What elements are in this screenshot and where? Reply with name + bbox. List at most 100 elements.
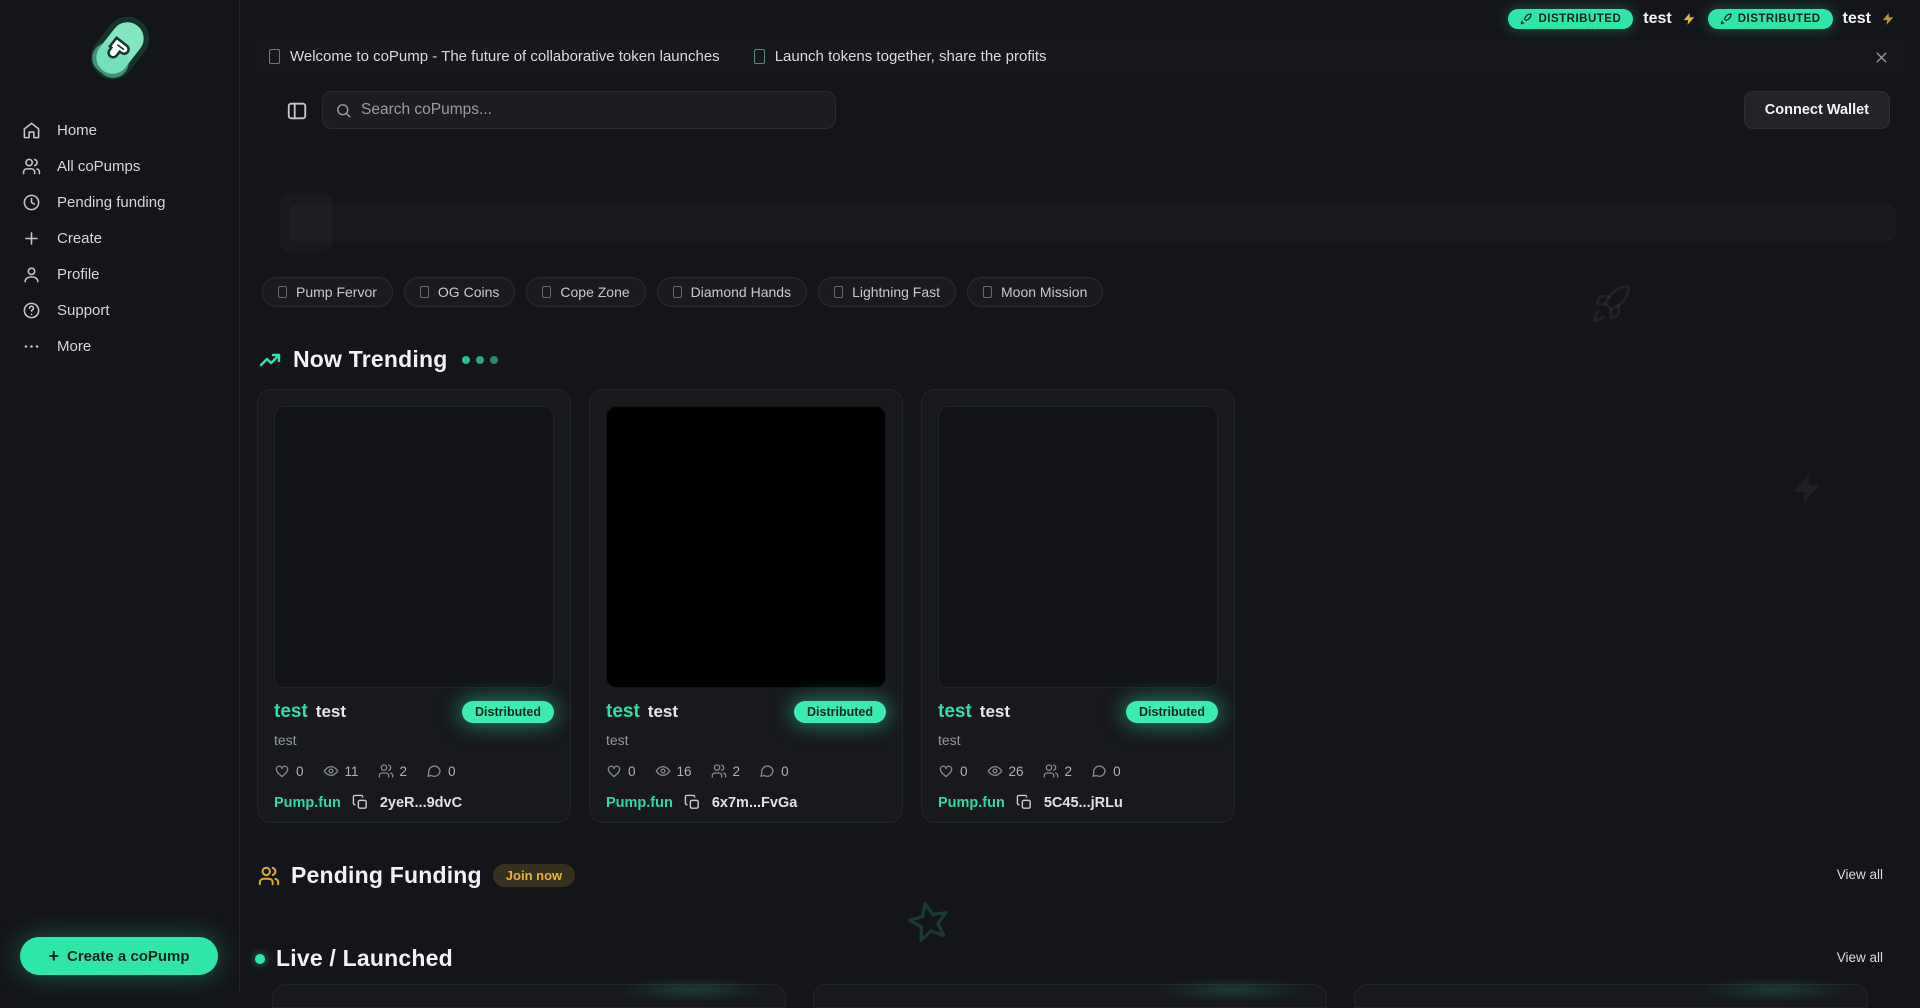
tag-chip[interactable]: Pump Fervor <box>262 277 393 307</box>
close-icon[interactable] <box>1872 48 1890 66</box>
likes-count: 0 <box>296 764 304 779</box>
user-icon <box>22 265 41 284</box>
sidebar-nav: Home All coPumps Pending funding Create … <box>0 112 240 364</box>
distributed-badge-label: DISTRIBUTED <box>1538 13 1621 25</box>
views-count: 26 <box>1009 764 1024 779</box>
live-dot-icon <box>255 954 265 964</box>
token-address: 5C45...jRLu <box>1044 795 1123 811</box>
token-image <box>938 406 1218 688</box>
token-card[interactable]: test test Distributed test 0 26 2 0 Pump… <box>921 389 1235 823</box>
comments-count: 0 <box>781 764 789 779</box>
distributed-notification: DISTRIBUTED test <box>1708 9 1895 29</box>
connect-wallet-button[interactable]: Connect Wallet <box>1744 91 1890 129</box>
sidebar-item-all-copumps[interactable]: All coPumps <box>0 148 240 184</box>
plus-icon <box>22 229 41 248</box>
status-badge: Distributed <box>462 701 554 723</box>
comments-icon <box>1091 763 1107 779</box>
tag-emoji-icon <box>542 286 551 298</box>
likes-count: 0 <box>960 764 968 779</box>
rocket-icon <box>1520 13 1532 25</box>
search-input[interactable] <box>361 101 823 119</box>
copy-icon[interactable] <box>1016 794 1033 811</box>
home-icon <box>22 121 41 140</box>
sidebar-item-label: Home <box>57 122 97 139</box>
plus-icon: + <box>48 947 59 965</box>
hero-placeholder <box>289 205 1896 241</box>
tag-chip[interactable]: Lightning Fast <box>818 277 956 307</box>
clock-icon <box>22 193 41 212</box>
tag-emoji-icon <box>278 286 287 298</box>
sidebar-item-pending-funding[interactable]: Pending funding <box>0 184 240 220</box>
tag-chip-label: Lightning Fast <box>852 284 940 300</box>
tag-emoji-icon <box>420 286 429 298</box>
tag-chip[interactable]: OG Coins <box>404 277 515 307</box>
live-view-all-link[interactable]: View all <box>1837 950 1883 965</box>
sidebar-item-profile[interactable]: Profile <box>0 256 240 292</box>
tag-chip[interactable]: Cope Zone <box>526 277 645 307</box>
tag-chip-label: Cope Zone <box>560 284 629 300</box>
token-name: test <box>316 702 346 722</box>
tag-chip[interactable]: Diamond Hands <box>657 277 807 307</box>
badge-username: test <box>1843 10 1871 28</box>
copy-icon[interactable] <box>684 794 701 811</box>
token-address: 6x7m...FvGa <box>712 795 797 811</box>
comments-count: 0 <box>448 764 456 779</box>
sidebar-item-label: Create <box>57 230 102 247</box>
banner-message: Welcome to coPump - The future of collab… <box>290 48 720 65</box>
token-description: test <box>606 732 886 748</box>
create-copump-label: Create a coPump <box>67 948 190 965</box>
token-image <box>274 406 554 688</box>
search-icon <box>335 102 352 119</box>
members-icon <box>1043 763 1059 779</box>
token-address: 2yeR...9dvC <box>380 795 462 811</box>
sidebar-item-home[interactable]: Home <box>0 112 240 148</box>
token-name: test <box>648 702 678 722</box>
token-description: test <box>938 732 1218 748</box>
distributed-badge: DISTRIBUTED <box>1508 9 1633 29</box>
sidebar-toggle-button[interactable] <box>286 100 308 122</box>
help-circle-icon <box>22 301 41 320</box>
tag-emoji-icon <box>673 286 682 298</box>
token-ticker: test <box>938 701 972 723</box>
views-count: 16 <box>677 764 692 779</box>
members-count: 2 <box>733 764 741 779</box>
token-card[interactable] <box>813 984 1327 1008</box>
section-title: Pending Funding <box>291 862 482 889</box>
token-card[interactable] <box>1354 984 1868 1008</box>
pending-funding-header: Pending Funding Join now <box>258 862 575 889</box>
heart-icon <box>606 763 622 779</box>
platform-link[interactable]: Pump.fun <box>606 795 673 811</box>
platform-link[interactable]: Pump.fun <box>274 795 341 811</box>
token-ticker: test <box>606 701 640 723</box>
sidebar-item-label: Profile <box>57 266 100 283</box>
likes-count: 0 <box>628 764 636 779</box>
eye-icon <box>987 763 1003 779</box>
distributed-badge-label: DISTRIBUTED <box>1738 13 1821 25</box>
trending-up-icon <box>258 348 282 372</box>
create-copump-button[interactable]: + Create a coPump <box>20 937 218 975</box>
distributed-notification: DISTRIBUTED test <box>1508 9 1695 29</box>
sidebar-item-support[interactable]: Support <box>0 292 240 328</box>
tag-chip-label: Diamond Hands <box>691 284 791 300</box>
banner-submessage: Launch tokens together, share the profit… <box>775 48 1047 65</box>
token-card[interactable] <box>272 984 786 1008</box>
sidebar: Home All coPumps Pending funding Create … <box>0 0 240 993</box>
token-name: test <box>980 702 1010 722</box>
copump-logo-icon[interactable] <box>86 12 154 84</box>
heart-icon <box>938 763 954 779</box>
tag-chip[interactable]: Moon Mission <box>967 277 1103 307</box>
platform-link[interactable]: Pump.fun <box>938 795 1005 811</box>
join-now-badge[interactable]: Join now <box>493 864 575 887</box>
copy-icon[interactable] <box>352 794 369 811</box>
token-card[interactable]: test test Distributed test 0 16 2 0 Pump… <box>589 389 903 823</box>
sidebar-item-label: Pending funding <box>57 194 165 211</box>
heart-icon <box>274 763 290 779</box>
page: Home All coPumps Pending funding Create … <box>0 0 1920 993</box>
views-count: 11 <box>345 764 359 779</box>
sidebar-item-create[interactable]: Create <box>0 220 240 256</box>
pending-view-all-link[interactable]: View all <box>1837 867 1883 882</box>
members-icon <box>711 763 727 779</box>
token-card[interactable]: test test Distributed test 0 11 2 0 Pump… <box>257 389 571 823</box>
main-content: DISTRIBUTED test DISTRIBUTED test Welcom… <box>240 0 1920 993</box>
sidebar-item-more[interactable]: More <box>0 328 240 364</box>
